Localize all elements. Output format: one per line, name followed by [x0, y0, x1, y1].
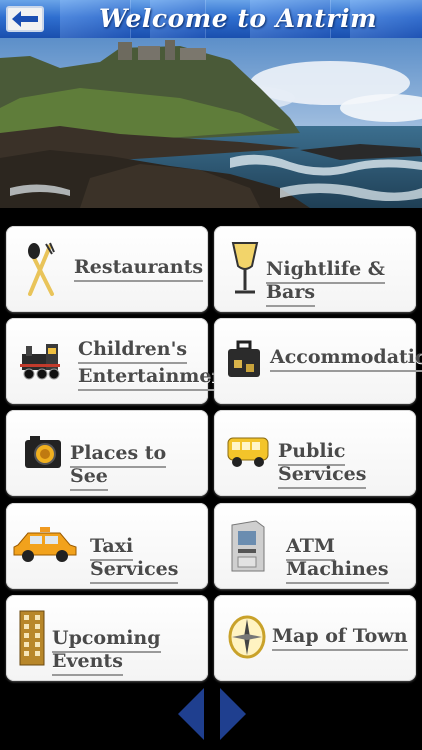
childrens-entertainment-button[interactable]: Children's Entertainment [6, 318, 235, 404]
previous-page-arrow-icon[interactable] [178, 688, 204, 740]
nightlife-bars-button[interactable]: Nightlife & Bars [214, 226, 416, 312]
compass-icon [228, 615, 266, 663]
places-to-see-button[interactable]: Places to See [6, 410, 208, 496]
entertainment-label: Entertainment [78, 365, 235, 391]
map-of-town-label: Map of Town [272, 625, 408, 651]
places-to-see-label: Places to See [70, 442, 167, 491]
accommodation-label: Accommodation [270, 346, 422, 372]
suitcase-icon [226, 340, 262, 384]
atm-machines-label: ATM Machines [286, 535, 389, 584]
map-of-town-button[interactable]: Map of Town [214, 595, 416, 681]
taxi-services-label: Taxi Services [90, 535, 179, 584]
childrens-label: Children's [78, 338, 188, 364]
cocktail-glass-icon [230, 240, 260, 300]
upcoming-events-button[interactable]: Upcoming Events [6, 595, 208, 681]
restaurants-button[interactable]: Restaurants [6, 226, 208, 312]
next-page-arrow-icon[interactable] [220, 688, 246, 740]
toy-train-icon [20, 340, 64, 386]
bus-icon [226, 436, 270, 472]
public-services-label: Public Services [278, 440, 367, 489]
nightlife-bars-label: Nightlife & Bars [266, 258, 385, 307]
atm-icon [226, 519, 266, 577]
camera-icon [24, 434, 62, 474]
taxi-services-button[interactable]: Taxi Services [6, 503, 208, 589]
header-bar: Welcome to Antrim [0, 0, 422, 38]
back-arrow-icon [12, 11, 38, 27]
hero-image [0, 38, 422, 208]
accommodation-button[interactable]: Accommodation [214, 318, 422, 404]
page-title: Welcome to Antrim [98, 4, 378, 33]
restaurants-label: Restaurants [74, 256, 204, 282]
back-button[interactable] [6, 6, 44, 32]
public-services-button[interactable]: Public Services [214, 410, 416, 496]
upcoming-events-label: Upcoming Events [52, 627, 161, 676]
taxi-icon [12, 525, 78, 567]
cutlery-icon [24, 242, 58, 300]
atm-machines-button[interactable]: ATM Machines [214, 503, 416, 589]
building-icon [18, 609, 46, 671]
